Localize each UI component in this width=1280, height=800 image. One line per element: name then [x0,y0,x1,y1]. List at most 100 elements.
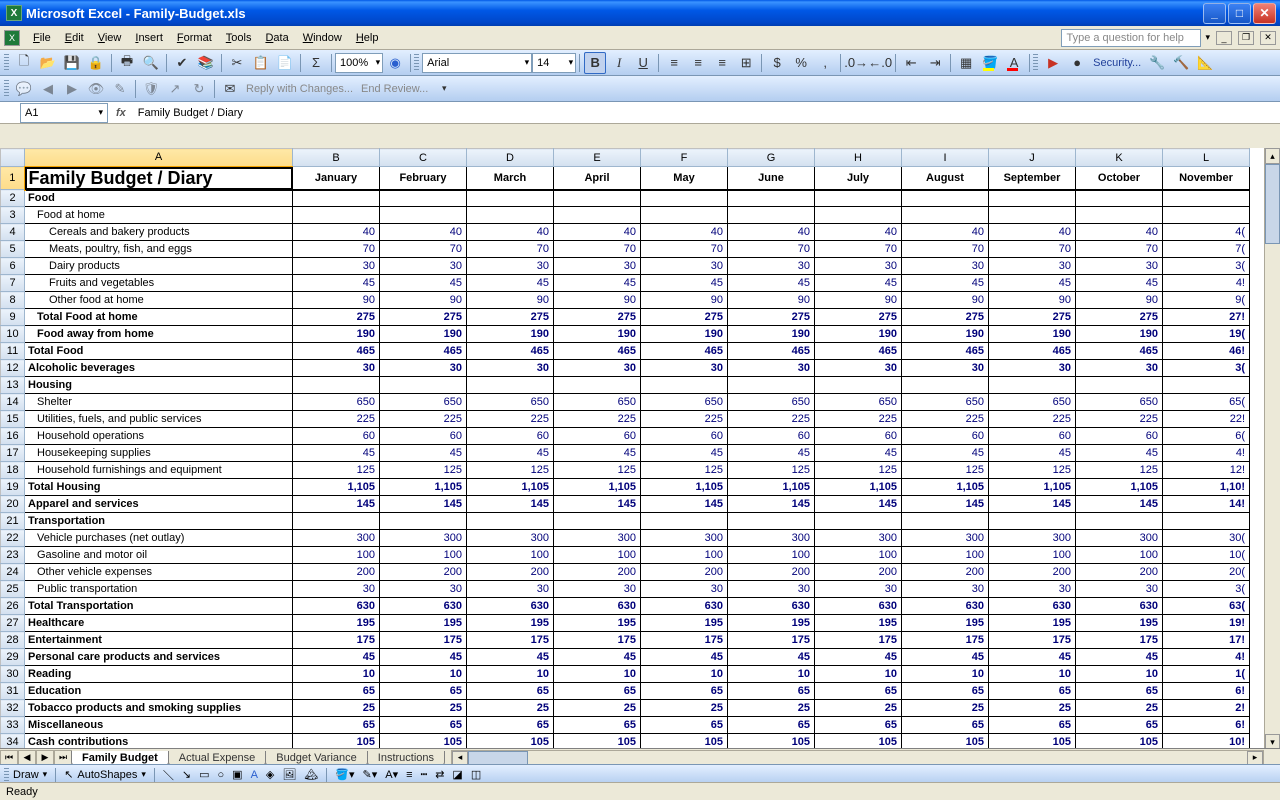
cell-A24[interactable]: Other vehicle expenses [25,564,293,581]
cell-I26[interactable]: 630 [902,598,989,615]
cell-J2[interactable] [989,190,1076,207]
cell-I11[interactable]: 465 [902,343,989,360]
research-icon[interactable]: 📚 [195,52,217,74]
col-header-B[interactable]: B [293,149,380,167]
cell-A7[interactable]: Fruits and vegetables [25,275,293,292]
cell-I31[interactable]: 65 [902,683,989,700]
row-header-32[interactable]: 32 [1,700,25,717]
cell-K22[interactable]: 300 [1076,530,1163,547]
cell-B31[interactable]: 65 [293,683,380,700]
cell-K23[interactable]: 100 [1076,547,1163,564]
col-header-D[interactable]: D [467,149,554,167]
cell-D30[interactable]: 10 [467,666,554,683]
cell-L10[interactable]: 19( [1163,326,1250,343]
cell-G31[interactable]: 65 [728,683,815,700]
vertical-scrollbar[interactable]: ▴ ▾ [1264,148,1280,750]
menu-format[interactable]: Format [170,29,219,47]
cell-L32[interactable]: 2! [1163,700,1250,717]
col-header-F[interactable]: F [641,149,728,167]
cell-L1[interactable]: November [1163,167,1250,190]
cell-L22[interactable]: 30( [1163,530,1250,547]
col-header-C[interactable]: C [380,149,467,167]
comma-icon[interactable]: , [814,52,836,74]
cell-F29[interactable]: 45 [641,649,728,666]
cell-G9[interactable]: 275 [728,309,815,326]
cell-G2[interactable] [728,190,815,207]
cell-I5[interactable]: 70 [902,241,989,258]
cell-C10[interactable]: 190 [380,326,467,343]
cell-F23[interactable]: 100 [641,547,728,564]
autoshapes-menu[interactable]: AutoShapes [77,769,137,781]
cell-H17[interactable]: 45 [815,445,902,462]
cell-F12[interactable]: 30 [641,360,728,377]
cell-B4[interactable]: 40 [293,224,380,241]
currency-icon[interactable]: $ [766,52,788,74]
menu-data[interactable]: Data [258,29,295,47]
cell-D22[interactable]: 300 [467,530,554,547]
row-header-25[interactable]: 25 [1,581,25,598]
cell-I9[interactable]: 275 [902,309,989,326]
cell-D15[interactable]: 225 [467,411,554,428]
cell-J29[interactable]: 45 [989,649,1076,666]
textbox-icon[interactable]: ▣ [232,768,242,781]
cell-D31[interactable]: 65 [467,683,554,700]
font-size-combo[interactable]: 14 [532,53,576,73]
cell-F24[interactable]: 200 [641,564,728,581]
scroll-up-icon[interactable]: ▴ [1265,148,1280,164]
cell-A18[interactable]: Household furnishings and equipment [25,462,293,479]
cell-I21[interactable] [902,513,989,530]
cell-A15[interactable]: Utilities, fuels, and public services [25,411,293,428]
cell-I29[interactable]: 45 [902,649,989,666]
cell-J24[interactable]: 200 [989,564,1076,581]
row-header-2[interactable]: 2 [1,190,25,207]
cell-K2[interactable] [1076,190,1163,207]
cell-K18[interactable]: 125 [1076,462,1163,479]
cell-H10[interactable]: 190 [815,326,902,343]
cell-G28[interactable]: 175 [728,632,815,649]
cell-K9[interactable]: 275 [1076,309,1163,326]
draw-menu[interactable]: Draw [13,769,39,781]
cell-F13[interactable] [641,377,728,394]
cell-C1[interactable]: February [380,167,467,190]
cell-H28[interactable]: 175 [815,632,902,649]
cell-J23[interactable]: 100 [989,547,1076,564]
cell-G26[interactable]: 630 [728,598,815,615]
cell-G1[interactable]: June [728,167,815,190]
row-header-29[interactable]: 29 [1,649,25,666]
cell-F21[interactable] [641,513,728,530]
cell-G16[interactable]: 60 [728,428,815,445]
cell-C20[interactable]: 145 [380,496,467,513]
comment-next-icon[interactable]: ▶ [61,78,83,100]
new-icon[interactable]: 🗋 [13,52,35,74]
row-header-10[interactable]: 10 [1,326,25,343]
cell-C31[interactable]: 65 [380,683,467,700]
cell-J32[interactable]: 25 [989,700,1076,717]
cell-J25[interactable]: 30 [989,581,1076,598]
italic-button[interactable]: I [608,52,630,74]
cell-G3[interactable] [728,207,815,224]
cell-L8[interactable]: 9( [1163,292,1250,309]
cell-D17[interactable]: 45 [467,445,554,462]
cell-I33[interactable]: 65 [902,717,989,734]
cell-H22[interactable]: 300 [815,530,902,547]
track-icon[interactable]: ↻ [188,78,210,100]
row-header-1[interactable]: 1 [1,167,25,190]
cell-F18[interactable]: 125 [641,462,728,479]
cell-E28[interactable]: 175 [554,632,641,649]
cell-B28[interactable]: 175 [293,632,380,649]
row-header-24[interactable]: 24 [1,564,25,581]
font-color-draw-icon[interactable]: A▾ [385,768,398,781]
cell-A28[interactable]: Entertainment [25,632,293,649]
cell-I3[interactable] [902,207,989,224]
col-header-L[interactable]: L [1163,149,1250,167]
cell-K14[interactable]: 650 [1076,394,1163,411]
cell-K32[interactable]: 25 [1076,700,1163,717]
cell-I12[interactable]: 30 [902,360,989,377]
fill-icon[interactable]: 🪣▾ [335,768,354,781]
cell-C13[interactable] [380,377,467,394]
cell-B6[interactable]: 30 [293,258,380,275]
row-header-33[interactable]: 33 [1,717,25,734]
cell-A23[interactable]: Gasoline and motor oil [25,547,293,564]
cell-B18[interactable]: 125 [293,462,380,479]
cell-F32[interactable]: 25 [641,700,728,717]
